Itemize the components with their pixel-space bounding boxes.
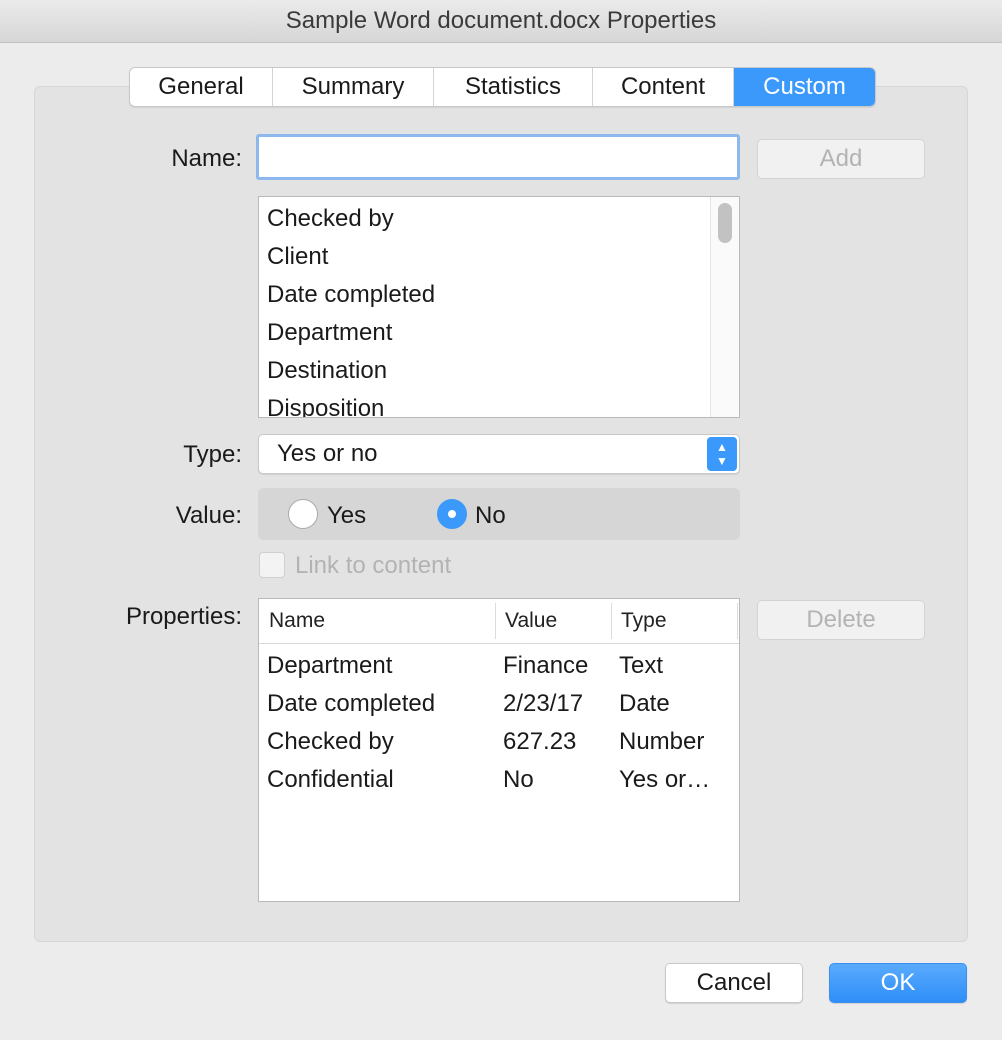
tab-bar: General Summary Statistics Content Custo… bbox=[129, 67, 876, 107]
list-item[interactable]: Disposition bbox=[259, 387, 739, 417]
tab-summary[interactable]: Summary bbox=[273, 68, 434, 106]
radio-yes[interactable] bbox=[288, 499, 318, 529]
delete-button[interactable]: Delete bbox=[757, 600, 925, 640]
radio-no[interactable] bbox=[437, 499, 467, 529]
link-to-content-checkbox[interactable] bbox=[259, 552, 285, 578]
cell-type: Yes or… bbox=[619, 766, 711, 793]
tab-content[interactable]: Content bbox=[593, 68, 734, 106]
name-label: Name: bbox=[171, 145, 242, 172]
value-label: Value: bbox=[175, 502, 242, 529]
table-row[interactable]: Confidential No Yes or… bbox=[259, 758, 739, 796]
radio-yes-label[interactable]: Yes bbox=[327, 502, 366, 530]
column-header-value[interactable]: Value bbox=[495, 599, 611, 643]
list-item[interactable]: Date completed bbox=[259, 273, 739, 311]
table-row[interactable]: Checked by 627.23 Number bbox=[259, 720, 739, 758]
list-item[interactable]: Destination bbox=[259, 349, 739, 387]
cell-name: Confidential bbox=[267, 766, 394, 793]
tab-custom[interactable]: Custom bbox=[734, 68, 875, 106]
column-header-type[interactable]: Type bbox=[611, 599, 737, 643]
table-row[interactable]: Department Finance Text bbox=[259, 644, 739, 682]
column-divider bbox=[737, 603, 738, 639]
ok-button[interactable]: OK bbox=[829, 963, 967, 1003]
window-title: Sample Word document.docx Properties bbox=[0, 0, 1002, 43]
radio-no-label[interactable]: No bbox=[475, 502, 506, 530]
add-button[interactable]: Add bbox=[757, 139, 925, 179]
chevron-updown-icon: ▲ ▼ bbox=[707, 437, 737, 471]
tab-statistics[interactable]: Statistics bbox=[434, 68, 593, 106]
list-item[interactable]: Client bbox=[259, 235, 739, 273]
type-select[interactable]: Yes or no ▲ ▼ bbox=[258, 434, 740, 474]
table-header: Name Value Type bbox=[259, 599, 739, 644]
name-list[interactable]: Checked by Client Date completed Departm… bbox=[258, 196, 740, 418]
tab-general[interactable]: General bbox=[130, 68, 273, 106]
type-select-value: Yes or no bbox=[277, 440, 378, 467]
cancel-button[interactable]: Cancel bbox=[665, 963, 803, 1003]
properties-table[interactable]: Name Value Type Department Finance Text … bbox=[258, 598, 740, 902]
list-scrollbar[interactable] bbox=[710, 197, 739, 417]
type-label: Type: bbox=[183, 441, 242, 468]
table-row[interactable]: Date completed 2/23/17 Date bbox=[259, 682, 739, 720]
link-to-content-label: Link to content bbox=[295, 552, 452, 579]
cell-value: No bbox=[503, 766, 534, 793]
name-input[interactable] bbox=[256, 134, 740, 180]
properties-label: Properties: bbox=[125, 603, 242, 630]
scrollbar-thumb[interactable] bbox=[718, 203, 732, 243]
list-item[interactable]: Checked by bbox=[259, 197, 739, 235]
list-item[interactable]: Department bbox=[259, 311, 739, 349]
column-header-name[interactable]: Name bbox=[259, 599, 495, 643]
